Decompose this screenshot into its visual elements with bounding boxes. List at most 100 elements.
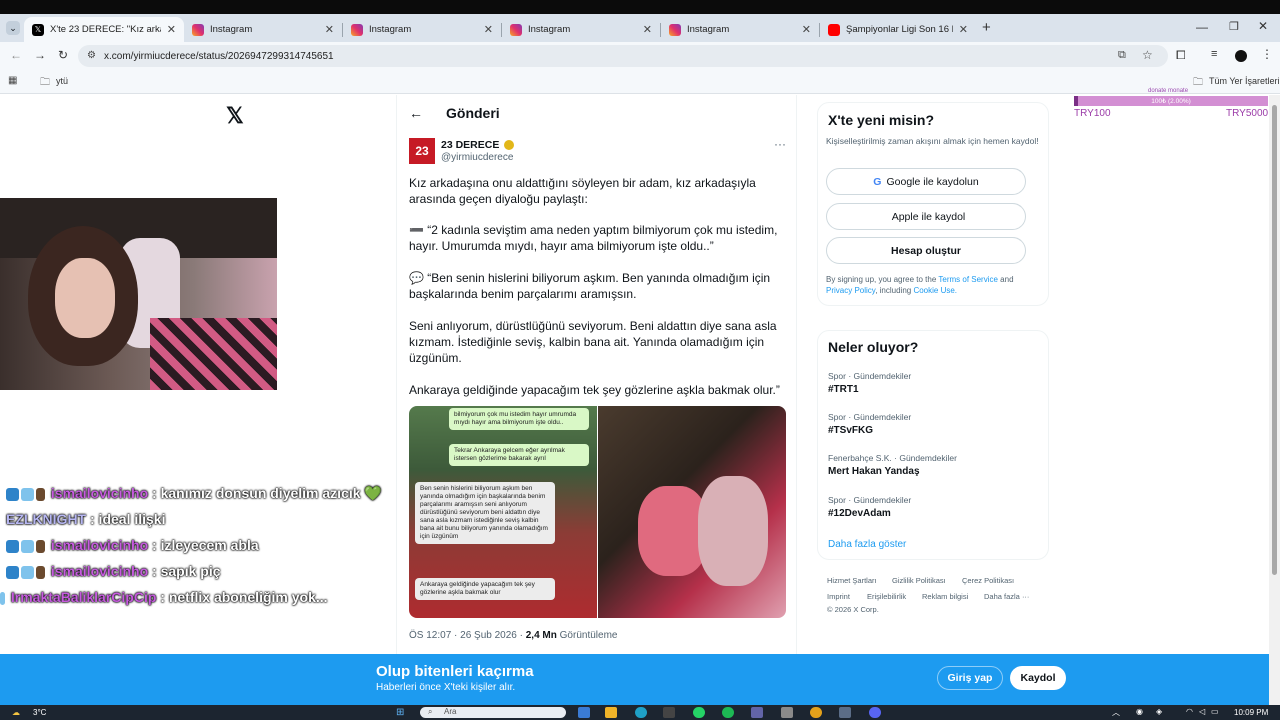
close-tab-icon[interactable]: ✕ <box>167 23 176 36</box>
footer-link[interactable]: Daha fazla ··· <box>984 592 1029 601</box>
author-handle[interactable]: @yirmiucderece <box>441 152 513 163</box>
wifi-icon[interactable]: ◠ <box>1186 707 1193 716</box>
chat-message: : sapık piç <box>148 563 221 579</box>
close-tab-icon[interactable]: ✕ <box>643 23 652 36</box>
close-tab-icon[interactable]: ✕ <box>959 23 968 36</box>
chat-badge-icon <box>21 539 34 553</box>
close-tab-icon[interactable]: ✕ <box>325 23 334 36</box>
site-info-icon[interactable]: ⚙ <box>87 50 96 61</box>
tray-chevron-icon[interactable]: ︿ <box>1112 707 1120 718</box>
more-options-icon[interactable]: ··· <box>774 137 786 151</box>
forward-arrow-icon[interactable]: → <box>34 48 46 62</box>
tray-app-icon[interactable]: ◈ <box>1156 707 1162 716</box>
weather-temp[interactable]: 3°C <box>33 708 46 717</box>
chat-bubble: Ankaraya geldiğinde yapacağım tek şey gö… <box>415 578 555 600</box>
bookmark-star-icon[interactable]: ☆ <box>1142 48 1153 62</box>
close-window-icon[interactable]: ✕ <box>1258 19 1268 33</box>
tweet-image-photo[interactable] <box>598 406 786 618</box>
chat-message: : ideal ilişki <box>86 511 166 527</box>
taskbar-search-box[interactable]: ⌕ Ara <box>420 707 566 718</box>
tab-x-post[interactable]: 𝕏 X'te 23 DERECE: "Kız arkadaşına ✕ <box>24 17 184 42</box>
close-tab-icon[interactable]: ✕ <box>484 23 493 36</box>
teams-icon[interactable] <box>751 707 763 718</box>
author-name: 23 DERECE <box>441 139 500 151</box>
author-name-row[interactable]: 23 DERECE <box>441 139 515 151</box>
tray-app-icon[interactable]: ◉ <box>1136 707 1143 716</box>
tab-instagram-4[interactable]: Instagram ✕ <box>661 17 819 42</box>
tab-title: Instagram <box>687 24 730 35</box>
chrome-icon[interactable] <box>810 707 822 718</box>
footer-link[interactable]: Çerez Politikası <box>962 576 1014 585</box>
footer-link[interactable]: Imprint <box>827 592 850 601</box>
tab-search-button[interactable]: ⌄ <box>6 21 20 35</box>
bookmark-folder-ytu[interactable]: ytü <box>56 76 68 86</box>
minimize-window-icon[interactable]: — <box>1196 20 1208 34</box>
battery-icon[interactable]: ▭ <box>1211 707 1219 716</box>
address-bar-row: ← → ↻ ⚙ x.com/yirmiucderece/status/20269… <box>0 42 1280 70</box>
volume-icon[interactable]: ◁ <box>1199 707 1205 716</box>
clock[interactable]: 10:09 PM <box>1234 708 1268 717</box>
footer-link[interactable]: Erişilebilirlik <box>867 592 906 601</box>
register-button[interactable]: Kaydol <box>1010 666 1066 690</box>
spotify-icon[interactable] <box>722 707 734 718</box>
x-logo-icon[interactable]: 𝕏 <box>226 103 244 129</box>
back-arrow-icon[interactable]: ← <box>409 105 423 121</box>
author-avatar[interactable]: 23 <box>409 138 435 164</box>
tweet-paragraph: Kız arkadaşına onu aldattığını söyleyen … <box>409 176 756 206</box>
apps-grid-icon[interactable]: ▦ <box>8 75 17 86</box>
chat-badge-icon <box>6 539 19 553</box>
whatsapp-icon[interactable] <box>693 707 705 718</box>
trend-item[interactable]: #TRT1 <box>828 384 859 395</box>
chat-badge-icon <box>36 539 45 553</box>
chat-badge-icon <box>21 565 34 579</box>
omnibox[interactable]: ⚙ x.com/yirmiucderece/status/20269472993… <box>78 45 1168 67</box>
extensions-icon[interactable]: ⧠ <box>1176 48 1186 63</box>
cookie-link[interactable]: Cookie Use. <box>913 286 957 295</box>
post-timestamp[interactable]: ÖS 12:07 · 26 Şub 2026 · <box>409 630 526 641</box>
tab-instagram-1[interactable]: Instagram ✕ <box>184 17 342 42</box>
login-button[interactable]: Giriş yap <box>937 666 1003 690</box>
create-account-button[interactable]: Hesap oluştur <box>826 237 1026 264</box>
footer-link[interactable]: Gizlilik Politikası <box>892 576 946 585</box>
chat-line: ismailovicinho : izleyecem abla <box>6 537 259 553</box>
tweet-image-chat-screenshot[interactable]: bilmiyorum çok mu istedim hayır umrumda … <box>409 406 597 618</box>
all-bookmarks-link[interactable]: Tüm Yer İşaretleri <box>1209 76 1280 86</box>
obs-icon[interactable] <box>781 707 793 718</box>
profile-avatar[interactable] <box>1235 50 1247 62</box>
terms-link[interactable]: Terms of Service <box>938 275 998 284</box>
terminal-icon[interactable] <box>663 707 675 718</box>
page-scrollbar[interactable] <box>1269 95 1280 705</box>
google-signup-button[interactable]: G Google ile kaydolun <box>826 168 1026 195</box>
chat-badge-icon <box>6 565 19 579</box>
close-tab-icon[interactable]: ✕ <box>802 23 811 36</box>
apple-signup-button[interactable]: Apple ile kaydol <box>826 203 1026 230</box>
restore-window-icon[interactable]: ❐ <box>1229 20 1239 33</box>
reload-icon[interactable]: ↻ <box>58 48 68 62</box>
discord-icon[interactable] <box>869 707 881 718</box>
scrollbar-thumb[interactable] <box>1272 105 1277 575</box>
show-more-link[interactable]: Daha fazla göster <box>828 539 906 550</box>
google-icon: G <box>873 175 882 188</box>
tab-instagram-3[interactable]: Instagram ✕ <box>502 17 660 42</box>
trend-item[interactable]: #12DevAdam <box>828 508 891 519</box>
chat-username: ismailovicinho <box>50 563 149 579</box>
media-controls-icon[interactable]: ≡ <box>1211 48 1217 60</box>
trend-item[interactable]: #TSvFKG <box>828 425 873 436</box>
app-icon[interactable] <box>839 707 851 718</box>
menu-kebab-icon[interactable]: ⋮ <box>1261 47 1273 61</box>
tab-youtube[interactable]: Şampiyonlar Ligi Son 16 Play-O ✕ <box>820 17 976 42</box>
footer-link[interactable]: Reklam bilgisi <box>922 592 968 601</box>
trend-item[interactable]: Mert Hakan Yandaş <box>828 466 920 477</box>
install-app-icon[interactable]: ⧉ <box>1118 49 1126 62</box>
new-tab-plus-icon[interactable]: + <box>982 19 991 36</box>
chat-line: IrmaktaBaliklarCipCip : netflix aboneliğ… <box>0 589 328 605</box>
tweet-paragraph: ➖ “2 kadınla seviştim ama neden yaptım b… <box>409 223 778 253</box>
footer-link[interactable]: Hizmet Şartları <box>827 576 877 585</box>
copilot-icon[interactable] <box>578 707 590 718</box>
file-explorer-icon[interactable] <box>605 707 617 718</box>
edge-icon[interactable] <box>635 707 647 718</box>
windows-start-icon[interactable]: ⊞ <box>396 707 404 718</box>
privacy-link[interactable]: Privacy Policy <box>826 286 875 295</box>
tab-instagram-2[interactable]: Instagram ✕ <box>343 17 501 42</box>
back-arrow-icon[interactable]: ← <box>10 48 22 62</box>
